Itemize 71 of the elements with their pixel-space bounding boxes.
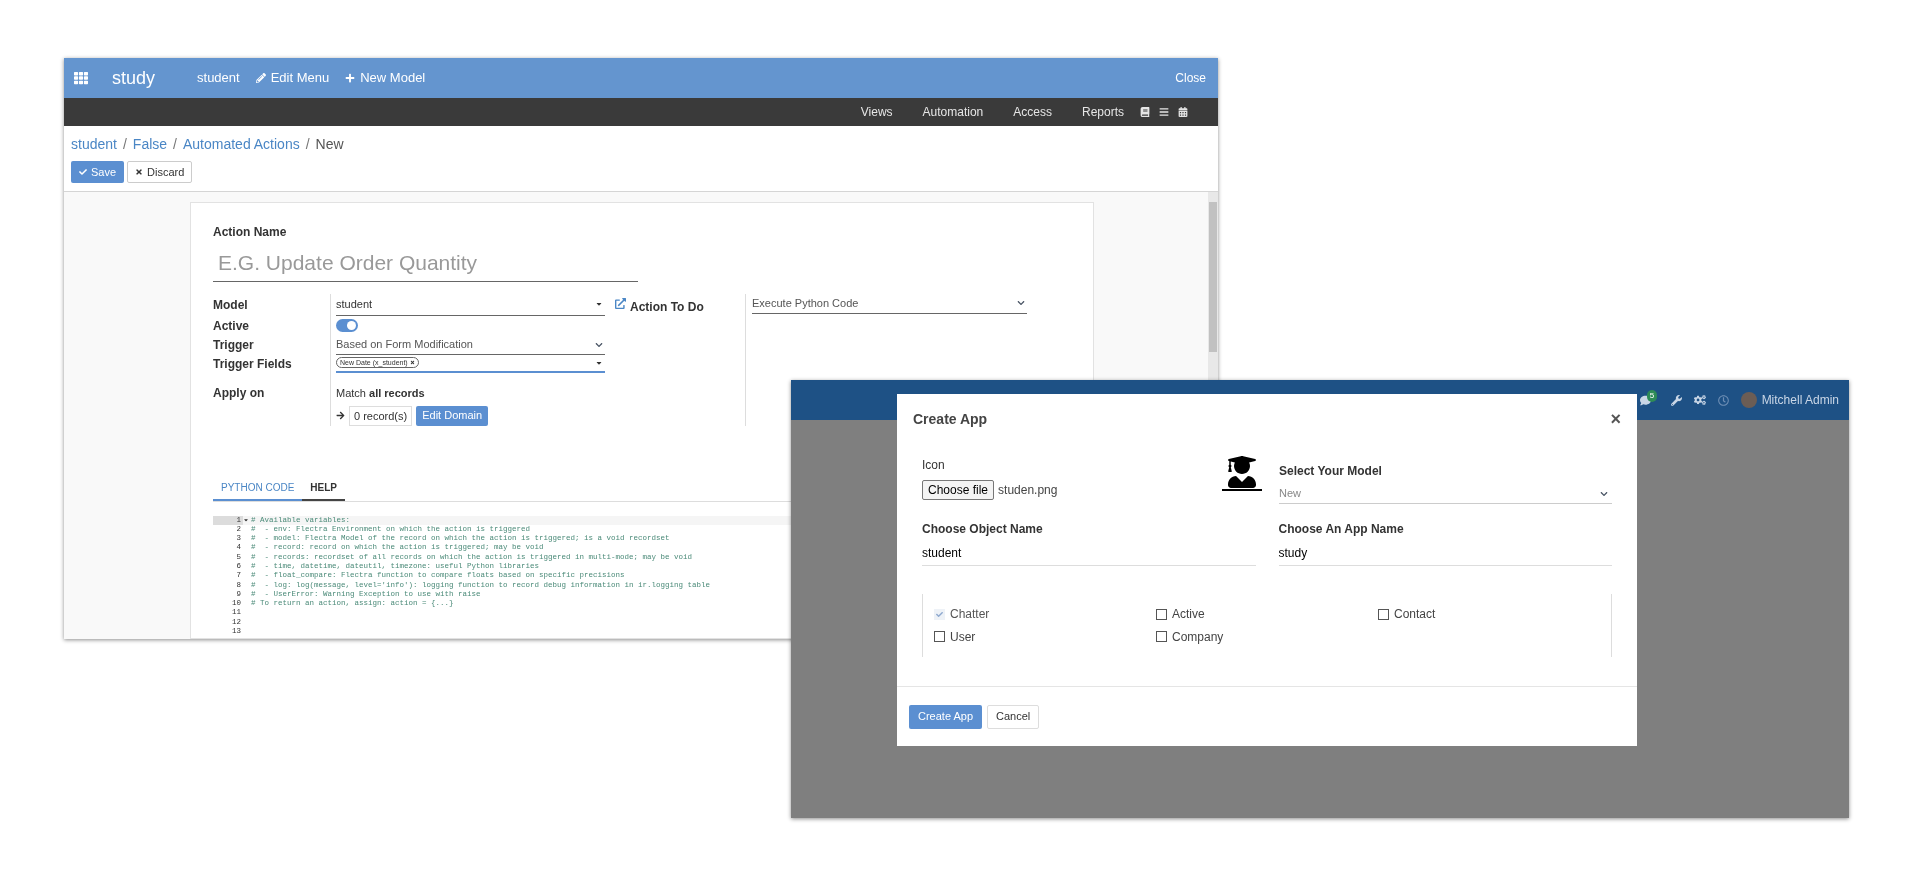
sub-menu-link[interactable]: Reports xyxy=(1081,103,1124,121)
list-icon[interactable] xyxy=(1159,107,1169,117)
record-count: 0 record(s) xyxy=(349,405,413,426)
choose-file-button[interactable]: Choose file xyxy=(922,480,995,500)
arrow-icon xyxy=(336,411,345,420)
breadcrumb-link[interactable]: Automated Actions xyxy=(182,134,300,155)
checkbox-label: Contact xyxy=(1394,606,1436,624)
field-label: Trigger Fields xyxy=(213,355,293,373)
dialog-title: Create App xyxy=(913,409,988,429)
model-select[interactable]: student xyxy=(336,293,605,316)
caret-icon xyxy=(595,300,603,308)
field-label: Select Your Model xyxy=(1279,463,1383,480)
breadcrumb-current: New xyxy=(315,135,344,154)
breadcrumb-link[interactable]: student xyxy=(71,134,117,155)
model-select[interactable]: New xyxy=(1279,484,1612,504)
checkbox[interactable] xyxy=(1156,631,1167,643)
field-label: Choose An App Name xyxy=(1278,521,1405,538)
breadcrumb-separator: / xyxy=(305,135,310,154)
field-label: Action Name xyxy=(213,224,288,241)
graduate-icon xyxy=(1222,456,1262,491)
text-field[interactable]: student xyxy=(922,544,1256,566)
apply-on-text: Match all records xyxy=(336,385,426,401)
notification-count: 5 xyxy=(1646,389,1658,402)
checkbox-label: Chatter xyxy=(950,606,990,624)
chevron-icon xyxy=(595,340,603,349)
chevron-icon xyxy=(1017,299,1025,307)
sub-menu-link[interactable]: Views xyxy=(860,103,893,121)
checkbox-label: User xyxy=(950,628,976,646)
close-button[interactable]: × xyxy=(1610,405,1621,433)
active-toggle[interactable] xyxy=(336,319,358,332)
breadcrumb-link[interactable]: False xyxy=(132,134,168,155)
text-field[interactable]: study xyxy=(1278,544,1612,566)
checkbox-label: Active xyxy=(1172,606,1205,624)
check-icon xyxy=(79,168,87,176)
file-name: studen.png xyxy=(998,482,1058,499)
fold-icon[interactable] xyxy=(243,516,249,523)
field-label: Apply on xyxy=(213,384,266,402)
breadcrumb-separator: / xyxy=(122,135,127,154)
book-icon[interactable] xyxy=(1140,107,1150,117)
cancel-button[interactable]: Cancel xyxy=(987,704,1040,729)
pencil-icon xyxy=(255,73,266,83)
apps-grid-icon[interactable] xyxy=(74,71,88,85)
calendar-icon[interactable] xyxy=(1178,107,1188,117)
field-label: Model xyxy=(213,296,249,314)
external-link-icon[interactable] xyxy=(615,297,626,309)
user-name[interactable]: Mitchell Admin xyxy=(1761,391,1839,409)
wrench-icon[interactable] xyxy=(1670,394,1682,406)
discard-button[interactable]: Discard xyxy=(127,161,193,183)
breadcrumb-separator: / xyxy=(173,135,177,154)
action-name-field[interactable]: E.G. Update Order Quantity xyxy=(213,245,638,282)
remove-icon[interactable] xyxy=(409,360,415,365)
sub-menu-link[interactable]: Access xyxy=(1013,103,1052,121)
app-title: study xyxy=(112,66,156,90)
trigger-select[interactable]: Based on Form Modification xyxy=(336,335,605,355)
sub-menu-link[interactable]: Automation xyxy=(922,103,984,121)
field-label: Action To Do xyxy=(630,298,704,316)
plus-icon xyxy=(345,73,356,83)
checkbox[interactable] xyxy=(1378,608,1389,620)
checkbox[interactable] xyxy=(934,631,945,643)
gears-icon[interactable] xyxy=(1693,394,1706,406)
action-select[interactable]: Execute Python Code xyxy=(752,293,1027,314)
checkbox-label: Company xyxy=(1172,628,1224,646)
chevron-icon xyxy=(1600,489,1608,498)
tab[interactable]: PYTHON CODE xyxy=(213,475,303,501)
close-icon xyxy=(135,168,144,176)
field-label: Active xyxy=(213,317,251,335)
checkbox[interactable] xyxy=(1156,608,1167,620)
field-label: Choose Object Name xyxy=(922,521,1044,538)
field-label: Icon xyxy=(922,457,946,474)
tab[interactable]: HELP xyxy=(302,475,345,501)
field-label: Trigger xyxy=(213,336,255,354)
